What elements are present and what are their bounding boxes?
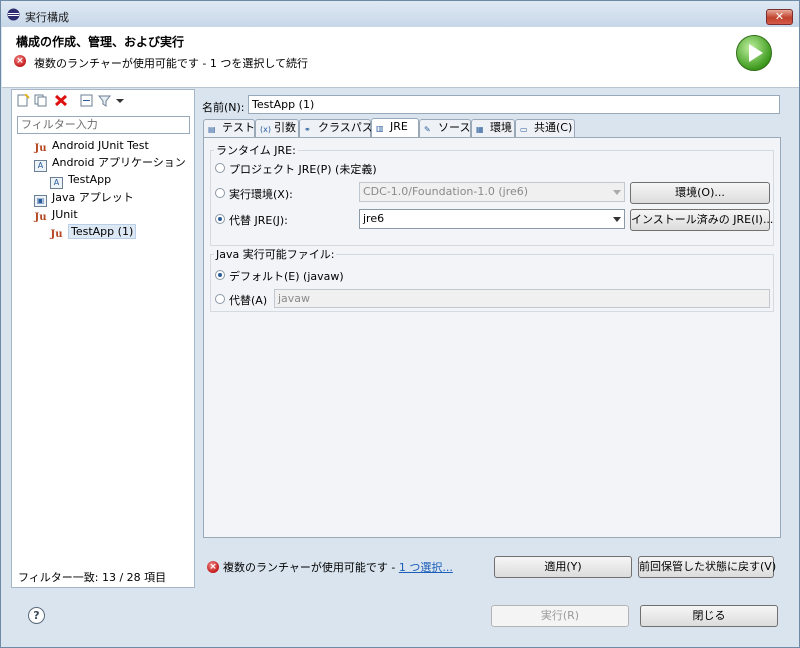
installed-jres-button[interactable]: インストール済みの JRE(I)... bbox=[630, 209, 773, 231]
alt-jre-radio[interactable] bbox=[215, 214, 225, 224]
delete-icon[interactable] bbox=[54, 94, 68, 107]
alt-executable-label: 代替(A) bbox=[229, 294, 268, 307]
alt-executable-input[interactable]: javaw bbox=[274, 289, 770, 308]
source-icon: ✎ bbox=[424, 125, 431, 134]
applet-icon: ▣ bbox=[34, 195, 47, 207]
android-app-icon: A bbox=[50, 177, 63, 189]
tab-test[interactable]: ▤ テスト bbox=[203, 119, 255, 137]
environments-button[interactable]: 環境(O)... bbox=[630, 182, 770, 204]
exec-env-select[interactable]: CDC-1.0/Foundation-1.0 (jre6) bbox=[359, 182, 625, 202]
tree-item-testapp[interactable]: A TestApp bbox=[50, 172, 111, 189]
header-title: 構成の作成、管理、および実行 bbox=[16, 35, 185, 49]
revert-button[interactable]: 前回保管した状態に戻す(V) bbox=[638, 556, 776, 578]
tab-source[interactable]: ✎ ソース bbox=[419, 119, 471, 137]
close-button[interactable]: 閉じる bbox=[640, 605, 778, 627]
error-icon: × bbox=[207, 561, 219, 573]
error-icon: × bbox=[14, 55, 26, 67]
exec-env-label: 実行環境(X): bbox=[229, 188, 293, 201]
filter-match-status: フィルター一致: 13 / 28 項目 bbox=[18, 571, 167, 584]
new-config-icon[interactable] bbox=[16, 94, 30, 107]
configuration-editor: 名前(N): TestApp (1) ▤ テスト (x) 引数 ⚭ クラスパス ▥ JR… bbox=[196, 89, 792, 588]
chevron-down-icon bbox=[613, 217, 621, 222]
tree-item-android-junit-test[interactable]: Ju Android JUnit Test bbox=[34, 138, 148, 154]
tree-item-testapp-1[interactable]: Ju TestApp (1) bbox=[50, 224, 137, 240]
run-configurations-dialog: 実行構成 ✕ 構成の作成、管理、および実行 × 複数のランチャーが使用可能です … bbox=[0, 0, 800, 648]
filter-input[interactable]: フィルター入力 bbox=[17, 116, 190, 134]
chevron-down-icon[interactable] bbox=[116, 94, 124, 107]
android-app-icon: A bbox=[34, 160, 47, 172]
apply-button[interactable]: 適用(Y) bbox=[494, 556, 632, 578]
tree-item-android-application[interactable]: A Android アプリケーション bbox=[34, 155, 186, 172]
eclipse-icon bbox=[7, 8, 20, 21]
project-jre-label: プロジェクト JRE(P) (未定義) bbox=[229, 163, 377, 176]
launcher-status: 複数のランチャーが使用可能です - 1 つ選択... bbox=[223, 561, 453, 574]
alt-executable-radio[interactable] bbox=[215, 294, 225, 304]
common-icon: ▭ bbox=[520, 125, 528, 134]
collapse-all-icon[interactable] bbox=[80, 94, 94, 107]
window-close-button[interactable]: ✕ bbox=[766, 9, 793, 25]
name-label: 名前(N): bbox=[202, 101, 245, 114]
exec-env-radio[interactable] bbox=[215, 188, 225, 198]
tab-jre[interactable]: ▥ JRE bbox=[371, 118, 419, 138]
default-executable-radio[interactable] bbox=[215, 270, 225, 280]
tab-classpath[interactable]: ⚭ クラスパス bbox=[299, 119, 373, 137]
junit-icon: Ju bbox=[50, 229, 63, 240]
arguments-icon: (x) bbox=[260, 125, 271, 134]
help-icon[interactable]: ? bbox=[28, 607, 45, 624]
header-message: 複数のランチャーが使用可能です - 1 つを選択して続行 bbox=[34, 57, 309, 70]
environment-icon: ▦ bbox=[476, 125, 484, 134]
default-executable-label: デフォルト(E) (javaw) bbox=[229, 270, 344, 283]
window-title: 実行構成 bbox=[25, 11, 69, 24]
project-jre-radio[interactable] bbox=[215, 163, 225, 173]
run-button[interactable]: 実行(R) bbox=[491, 605, 629, 627]
name-input[interactable]: TestApp (1) bbox=[248, 95, 780, 114]
jre-icon: ▥ bbox=[376, 124, 384, 133]
test-icon: ▤ bbox=[208, 125, 216, 134]
configuration-list-pane: フィルター入力 Ju Android JUnit Test A Android アプ… bbox=[11, 89, 195, 588]
alt-jre-label: 代替 JRE(J): bbox=[229, 214, 288, 227]
chevron-down-icon bbox=[613, 190, 621, 195]
run-icon bbox=[736, 35, 772, 71]
filter-icon[interactable] bbox=[98, 94, 112, 107]
dialog-header: 構成の作成、管理、および実行 × 複数のランチャーが使用可能です - 1 つを選… bbox=[2, 27, 799, 88]
alt-jre-select[interactable]: jre6 bbox=[359, 209, 625, 229]
duplicate-icon[interactable] bbox=[34, 94, 48, 107]
title-bar: 実行構成 ✕ bbox=[1, 1, 799, 27]
classpath-icon: ⚭ bbox=[304, 125, 311, 134]
dialog-footer: ? 実行(R) 閉じる bbox=[2, 597, 799, 648]
tree-item-junit[interactable]: Ju JUnit bbox=[34, 207, 77, 223]
select-launcher-link[interactable]: 1 つ選択... bbox=[399, 561, 453, 574]
java-executable-title: Java 実行可能ファイル: bbox=[214, 246, 337, 262]
jre-tab-content: ランタイム JRE: プロジェクト JRE(P) (未定義) 実行環境(X): … bbox=[203, 137, 781, 538]
tab-common[interactable]: ▭ 共通(C) bbox=[515, 119, 575, 137]
runtime-jre-title: ランタイム JRE: bbox=[214, 142, 298, 158]
tree-item-java-applet[interactable]: ▣ Java アプレット bbox=[34, 190, 134, 207]
tab-environment[interactable]: ▦ 環境 bbox=[471, 119, 515, 137]
junit-icon: Ju bbox=[34, 212, 47, 223]
tab-arguments[interactable]: (x) 引数 bbox=[255, 119, 299, 137]
